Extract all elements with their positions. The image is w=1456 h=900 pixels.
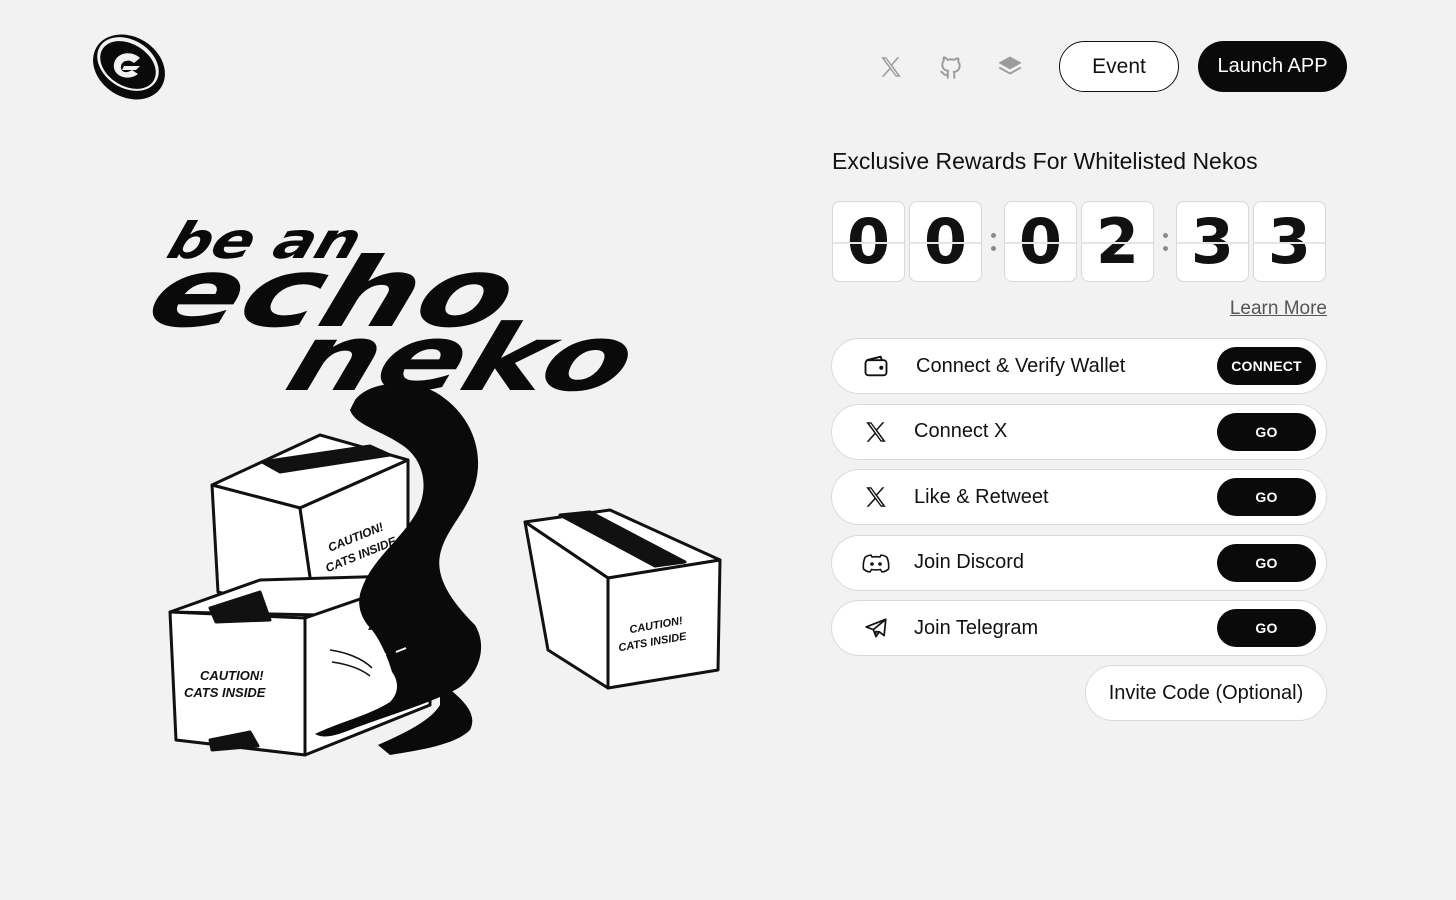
task-label: Like & Retweet (914, 485, 1049, 508)
countdown-digit: 0 (832, 201, 905, 282)
task-label: Connect X (914, 420, 1008, 442)
event-button[interactable]: Event (1059, 41, 1179, 92)
hero-illustration: be an echo neko CAUTION! CATS INSIDE CAU… (140, 212, 722, 757)
task-list: Connect & Verify Wallet CONNECT Connect … (831, 338, 1327, 666)
wallet-icon (861, 351, 891, 381)
countdown-separator (982, 232, 1004, 251)
docs-social-link[interactable] (995, 52, 1025, 82)
launch-app-button[interactable]: Launch APP (1198, 41, 1347, 92)
task-join-telegram: Join Telegram GO (831, 600, 1327, 656)
task-label: Connect & Verify Wallet (916, 354, 1126, 377)
telegram-icon (861, 613, 891, 643)
invite-code-button[interactable]: Invite Code (Optional) (1085, 665, 1327, 721)
task-connect-x: Connect X GO (831, 403, 1327, 460)
countdown-digit: 3 (1176, 201, 1249, 282)
echo-logo-icon[interactable] (88, 30, 170, 102)
github-icon (940, 56, 961, 79)
countdown-digit: 0 (1004, 201, 1077, 282)
learn-more-link[interactable]: Learn More (1230, 298, 1327, 320)
box-right: CAUTION! CATS INSIDE (523, 508, 722, 690)
countdown-separator (1154, 232, 1176, 251)
github-social-link[interactable] (936, 52, 966, 82)
join-telegram-go-button[interactable]: GO (1217, 609, 1316, 647)
countdown-digit: 0 (909, 201, 982, 282)
connect-wallet-button[interactable]: CONNECT (1217, 347, 1316, 385)
task-join-discord: Join Discord GO (831, 534, 1327, 591)
rewards-title: Exclusive Rewards For Whitelisted Nekos (832, 148, 1258, 174)
x-icon (861, 482, 891, 512)
hero-line-neko: neko (274, 305, 649, 412)
join-discord-go-button[interactable]: GO (1217, 543, 1316, 582)
connect-x-go-button[interactable]: GO (1217, 412, 1316, 451)
countdown-digit: 2 (1081, 201, 1154, 282)
discord-icon (861, 548, 891, 578)
svg-text:CATS INSIDE: CATS INSIDE (184, 685, 266, 700)
svg-text:CAUTION!: CAUTION! (200, 668, 264, 683)
countdown-digit: 3 (1253, 201, 1326, 282)
stack-icon (998, 56, 1022, 75)
task-connect-wallet: Connect & Verify Wallet CONNECT (831, 338, 1327, 394)
like-retweet-go-button[interactable]: GO (1217, 478, 1316, 516)
x-icon (881, 57, 901, 77)
task-like-retweet: Like & Retweet GO (831, 469, 1327, 525)
x-icon (861, 417, 891, 447)
task-label: Join Telegram (914, 616, 1039, 639)
task-label: Join Discord (914, 551, 1025, 573)
countdown-timer: 0 0 0 2 3 3 (832, 201, 1326, 282)
x-social-link[interactable] (876, 52, 906, 82)
